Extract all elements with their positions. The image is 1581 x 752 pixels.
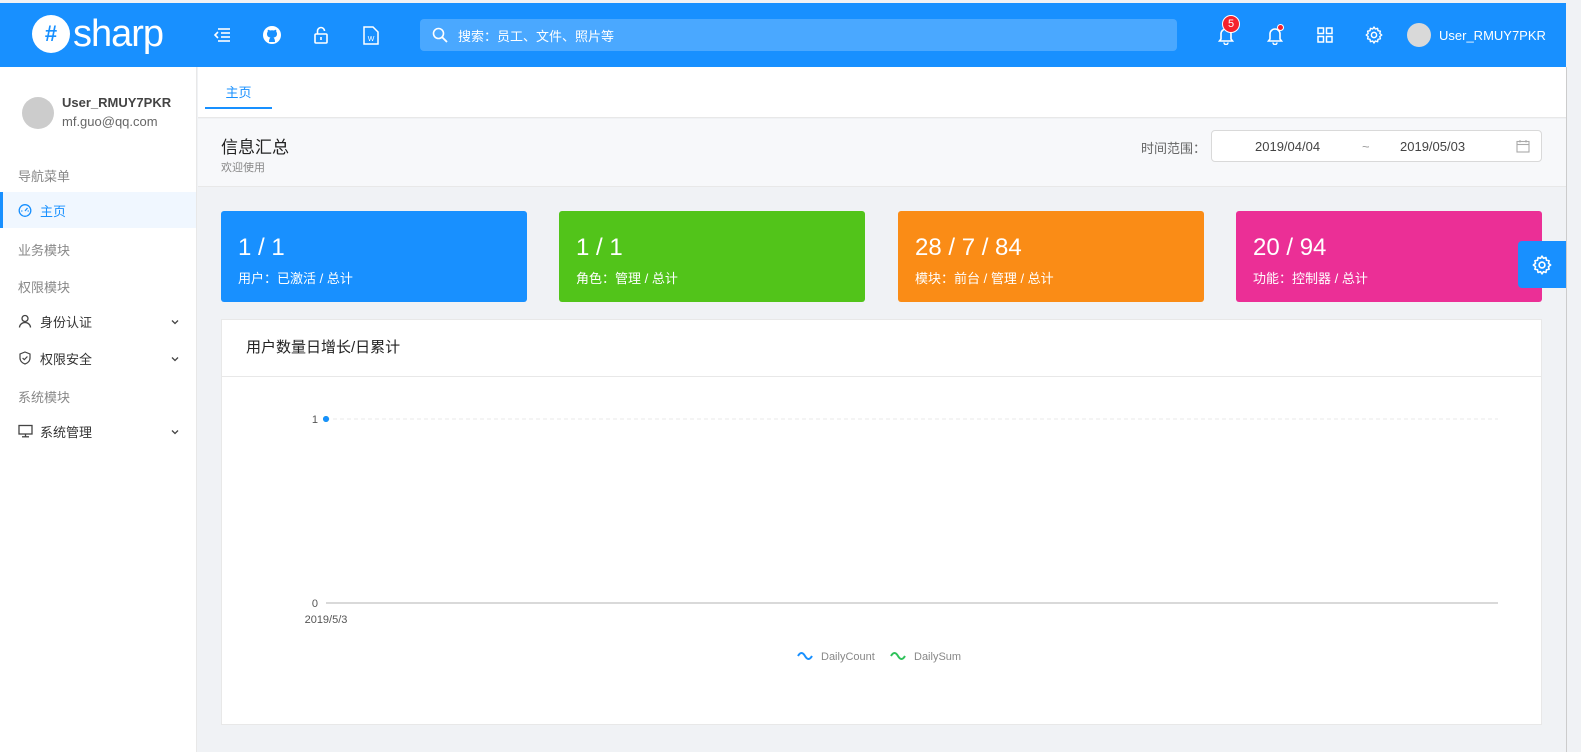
data-point-dailycount bbox=[323, 416, 329, 422]
stat-value: 28 / 7 / 84 bbox=[915, 234, 1022, 261]
menu-group-system[interactable]: 系统模块 bbox=[18, 387, 70, 406]
lock-icon[interactable] bbox=[309, 23, 333, 47]
word-document-icon[interactable]: W bbox=[359, 23, 383, 47]
sidebar-item-label: 系统管理 bbox=[40, 424, 93, 440]
range-start-input[interactable]: 2019/04/04 bbox=[1255, 139, 1320, 154]
stat-card-functions[interactable]: 20 / 94 功能：控制器 / 总计 bbox=[1236, 211, 1542, 302]
stat-label: 功能：控制器 / 总计 bbox=[1253, 271, 1368, 286]
message-button[interactable] bbox=[1263, 23, 1287, 47]
sidebar-item-identity[interactable]: 身份认证 bbox=[0, 303, 196, 339]
date-range-label: 时间范围： bbox=[1141, 141, 1207, 156]
stat-value: 1 / 1 bbox=[238, 234, 285, 261]
range-end-input[interactable]: 2019/05/03 bbox=[1400, 139, 1465, 154]
y-tick-label: 0 bbox=[312, 598, 318, 610]
page-title: 信息汇总 bbox=[221, 138, 289, 157]
unread-dot bbox=[1277, 24, 1284, 31]
gear-icon[interactable] bbox=[1362, 23, 1386, 47]
sidebar-item-home[interactable]: 主页 bbox=[0, 192, 196, 228]
menu-group-nav: 导航菜单 bbox=[18, 169, 71, 184]
legend-swatch bbox=[797, 652, 813, 660]
gear-icon bbox=[1532, 254, 1552, 275]
sidebar-profile: User_RMUY7PKR mf.guo@qq.com bbox=[22, 95, 171, 133]
scrollbar-track[interactable] bbox=[1566, 67, 1567, 752]
profile-email: mf.guo@qq.com bbox=[62, 114, 158, 129]
logo[interactable]: # sharp bbox=[32, 13, 164, 55]
stat-card-modules[interactable]: 28 / 7 / 84 模块：前台 / 管理 / 总计 bbox=[898, 211, 1204, 302]
sidebar-item-label: 权限安全 bbox=[40, 351, 93, 367]
chevron-down-icon bbox=[170, 352, 180, 367]
stat-label: 用户：已激活 / 总计 bbox=[238, 271, 353, 286]
legend-swatch bbox=[890, 652, 906, 660]
stat-value: 1 / 1 bbox=[576, 234, 623, 261]
github-icon[interactable] bbox=[260, 23, 284, 47]
logo-text: sharp bbox=[73, 13, 164, 55]
legend-label: DailyCount bbox=[821, 651, 875, 663]
avatar bbox=[1407, 23, 1431, 47]
logo-mark: # bbox=[32, 15, 70, 53]
search-placeholder: 搜索：员工、文件、照片等 bbox=[458, 28, 615, 44]
shield-icon bbox=[18, 351, 34, 365]
date-range-picker[interactable]: 2019/04/04 ~ 2019/05/03 bbox=[1211, 130, 1542, 162]
top-header: # sharp W 搜索：员工、文件、照片等 5 User_RMUY7PKR bbox=[0, 3, 1566, 67]
user-icon bbox=[18, 314, 34, 328]
y-tick-label: 1 bbox=[312, 414, 318, 426]
tab-bar: 主页 bbox=[198, 67, 1566, 118]
header-username: User_RMUY7PKR bbox=[1439, 27, 1546, 43]
stat-label: 角色：管理 / 总计 bbox=[576, 271, 678, 286]
page-subtitle: 欢迎使用 bbox=[221, 162, 265, 174]
legend-label: DailySum bbox=[914, 651, 961, 663]
notification-count-badge: 5 bbox=[1222, 15, 1241, 33]
menu-group-permission[interactable]: 权限模块 bbox=[18, 277, 70, 296]
sidebar-item-system-admin[interactable]: 系统管理 bbox=[0, 413, 196, 449]
stat-card-roles[interactable]: 1 / 1 角色：管理 / 总计 bbox=[559, 211, 865, 302]
stat-card-users[interactable]: 1 / 1 用户：已激活 / 总计 bbox=[221, 211, 527, 302]
menu-group-business[interactable]: 业务模块 bbox=[18, 240, 70, 259]
chart-panel: 用户数量日增长/日累计 0 1 2019/5/3 DailyCount DailySum bbox=[221, 319, 1542, 725]
notification-button[interactable]: 5 bbox=[1214, 15, 1241, 47]
tab-home[interactable]: 主页 bbox=[205, 80, 272, 109]
apps-grid-icon[interactable] bbox=[1313, 23, 1337, 47]
search-input[interactable]: 搜索：员工、文件、照片等 bbox=[420, 19, 1177, 51]
sidebar-item-label: 主页 bbox=[40, 203, 67, 219]
sidebar-item-security[interactable]: 权限安全 bbox=[0, 340, 196, 376]
x-tick-label: 2019/5/3 bbox=[305, 614, 348, 626]
avatar bbox=[22, 97, 54, 129]
profile-name: User_RMUY7PKR bbox=[62, 95, 172, 110]
page-header: 信息汇总 欢迎使用 时间范围： 2019/04/04 ~ 2019/05/03 bbox=[198, 119, 1566, 187]
calendar-icon[interactable] bbox=[1516, 139, 1530, 156]
svg-text:W: W bbox=[368, 36, 375, 43]
dashboard-icon bbox=[18, 203, 34, 217]
menu-fold-icon[interactable] bbox=[210, 23, 234, 47]
desktop-icon bbox=[18, 424, 34, 438]
stat-label: 模块：前台 / 管理 / 总计 bbox=[915, 271, 1054, 286]
sidebar-item-label: 身份认证 bbox=[40, 314, 93, 330]
chevron-down-icon bbox=[170, 315, 180, 330]
settings-drawer-button[interactable] bbox=[1518, 241, 1566, 288]
header-user-menu[interactable]: User_RMUY7PKR bbox=[1407, 23, 1546, 47]
chevron-down-icon bbox=[170, 425, 180, 440]
range-separator: ~ bbox=[1362, 139, 1370, 154]
stat-value: 20 / 94 bbox=[1253, 234, 1327, 261]
sidebar: User_RMUY7PKR mf.guo@qq.com 导航菜单 主页 业务模块… bbox=[0, 67, 197, 752]
search-icon bbox=[432, 27, 448, 43]
user-growth-chart: 0 1 2019/5/3 DailyCount DailySum bbox=[305, 414, 1498, 663]
